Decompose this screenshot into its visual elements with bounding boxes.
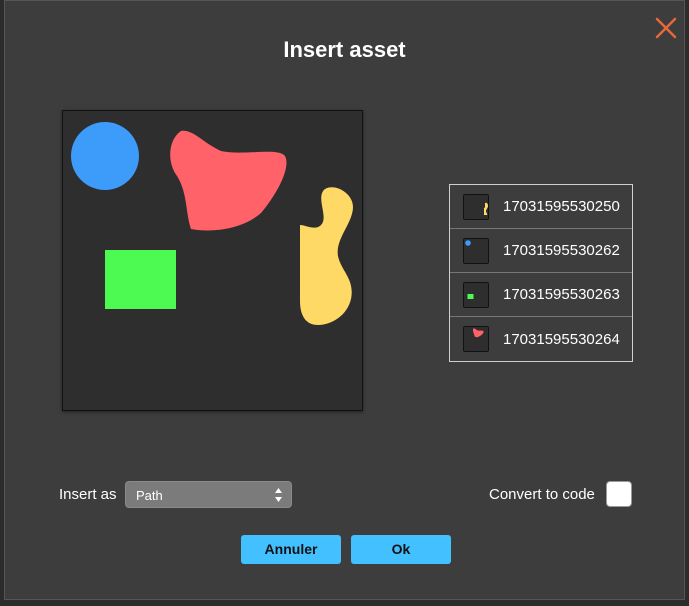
convert-to-code-label: Convert to code — [489, 486, 595, 503]
ok-button[interactable]: Ok — [351, 535, 451, 564]
asset-list: 17031595530250 17031595530262 1703159553… — [449, 184, 633, 362]
insert-as-value: Path — [136, 488, 163, 503]
asset-label: 17031595530250 — [503, 198, 620, 215]
asset-list-item[interactable]: 17031595530262 — [450, 229, 632, 273]
asset-thumbnail — [463, 237, 489, 264]
preview-yellow-blob — [300, 187, 353, 325]
asset-label: 17031595530262 — [503, 242, 620, 259]
cancel-button[interactable]: Annuler — [241, 535, 341, 564]
asset-list-item[interactable]: 17031595530264 — [450, 317, 632, 361]
preview-red-blob — [170, 130, 287, 231]
asset-list-item[interactable]: 17031595530263 — [450, 273, 632, 317]
convert-to-code-checkbox[interactable] — [606, 481, 632, 507]
preview-circle — [71, 122, 139, 190]
asset-list-item[interactable]: 17031595530250 — [450, 185, 632, 229]
asset-thumbnail — [463, 281, 489, 308]
insert-as-select[interactable]: Path — [125, 481, 292, 508]
asset-preview — [62, 110, 363, 411]
select-arrows-icon — [274, 486, 283, 504]
asset-label: 17031595530264 — [503, 330, 620, 348]
insert-asset-dialog: Insert asset 17031595530250 170315955302… — [4, 0, 685, 600]
preview-green-rectangle — [105, 250, 176, 309]
asset-thumbnail — [463, 193, 489, 220]
asset-label: 17031595530263 — [503, 286, 620, 303]
asset-thumbnail — [463, 326, 489, 352]
insert-as-label: Insert as — [59, 486, 117, 503]
dialog-title: Insert asset — [283, 37, 406, 62]
